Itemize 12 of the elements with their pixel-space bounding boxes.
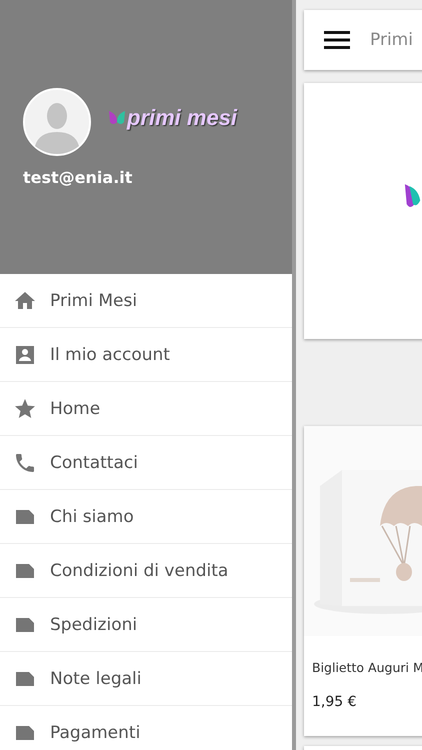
menu-item[interactable]: Note legali bbox=[0, 652, 292, 706]
menu-item[interactable]: Il mio account bbox=[0, 328, 292, 382]
menu-icon[interactable] bbox=[324, 30, 350, 50]
menu-item[interactable]: Chi siamo bbox=[0, 490, 292, 544]
menu-item[interactable]: Condizioni di vendita bbox=[0, 544, 292, 598]
avatar-icon bbox=[23, 88, 91, 156]
product-price: 1,95 € bbox=[312, 694, 358, 710]
user-email: test@enia.it bbox=[23, 168, 134, 187]
menu-item[interactable]: Spedizioni bbox=[0, 598, 292, 652]
logo: primi mesi bbox=[107, 105, 238, 131]
star-icon bbox=[13, 396, 37, 420]
toolbar-title: Primi bbox=[370, 30, 413, 50]
